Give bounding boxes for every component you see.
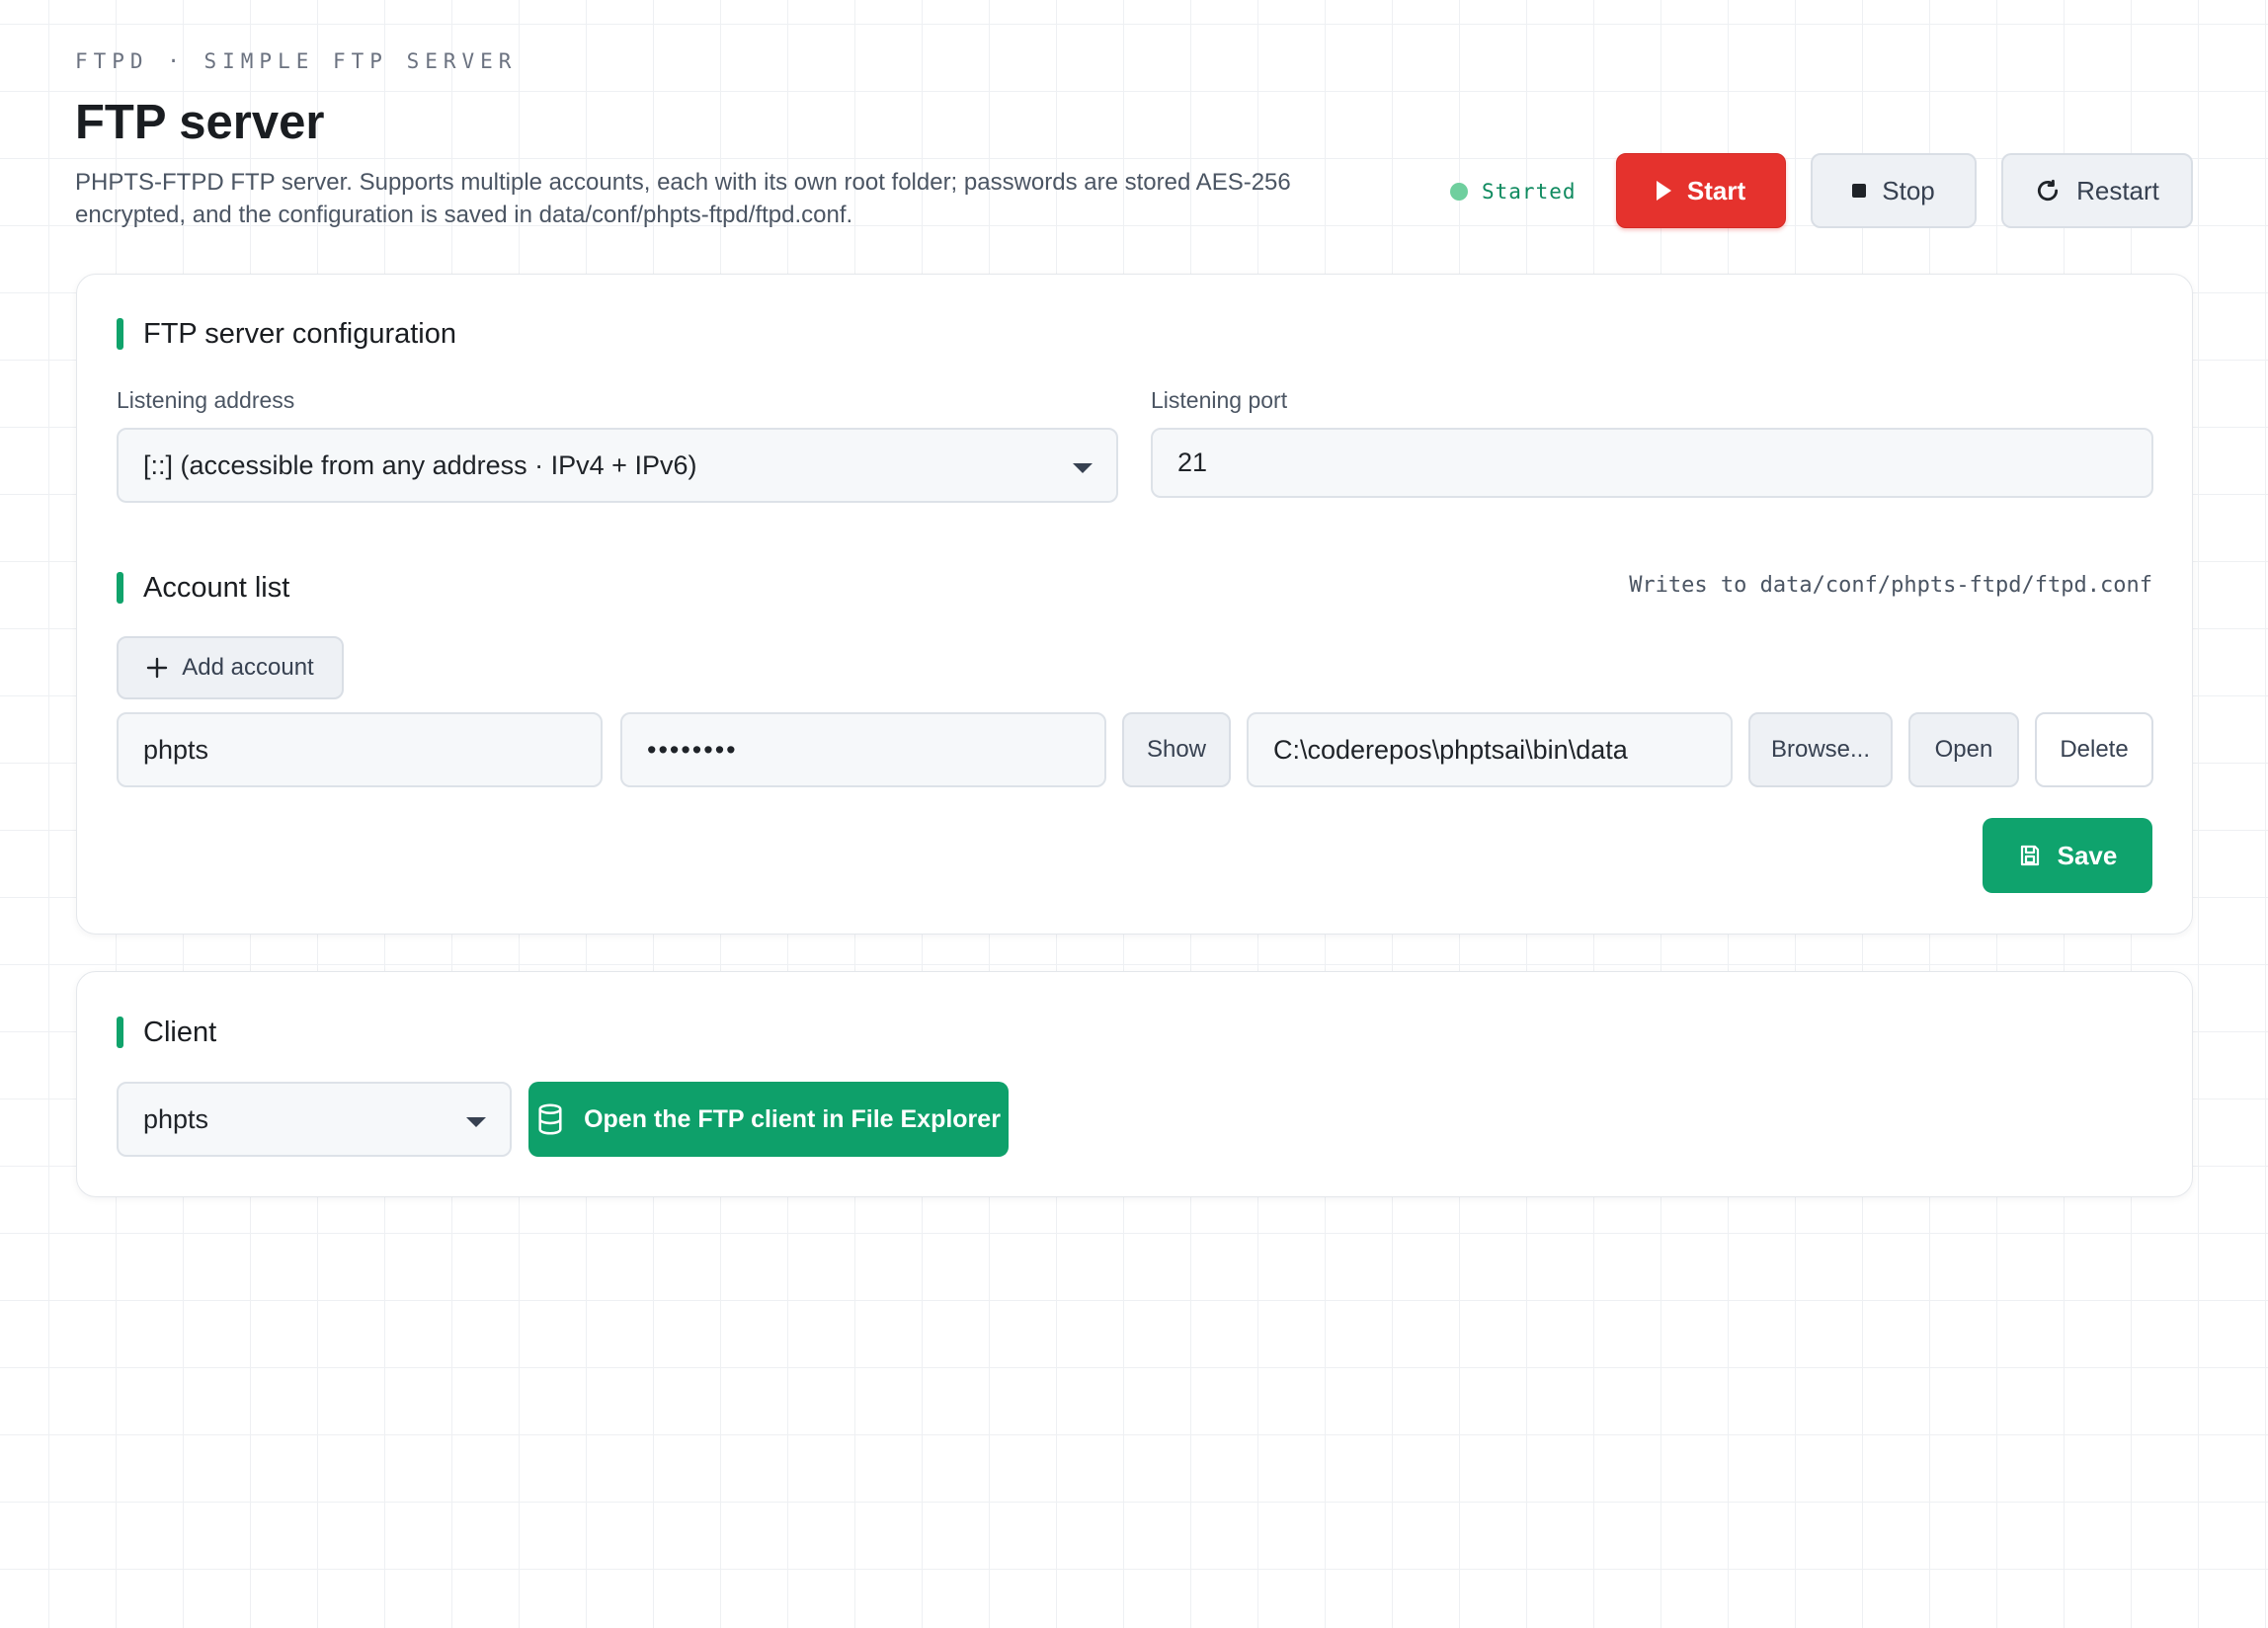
listening-address-label: Listening address: [117, 387, 295, 413]
config-section-header: FTP server configuration: [117, 317, 456, 351]
browse-folder-label: Browse...: [1770, 736, 1871, 763]
client-section-title: Client: [143, 1016, 217, 1048]
section-accent-bar: [117, 318, 123, 350]
listening-port-value: 21: [1177, 448, 1208, 477]
page-title: FTP server: [75, 96, 325, 149]
chevron-down-icon: [1073, 463, 1093, 473]
play-icon: [1656, 181, 1671, 201]
browse-folder-button[interactable]: Browse...: [1748, 712, 1893, 787]
restart-button-label: Restart: [2076, 175, 2159, 205]
client-account-select[interactable]: phpts: [117, 1082, 512, 1157]
client-account-value: phpts: [143, 1103, 209, 1134]
account-section-title: Account list: [143, 571, 290, 604]
status-text: Started: [1482, 180, 1577, 204]
account-password-value: ••••••••: [647, 734, 738, 765]
account-root-folder-value: C:\coderepos\phptsai\bin\data: [1273, 734, 1628, 765]
database-icon: [536, 1103, 564, 1135]
config-path-note: Writes to data/conf/phpts-ftpd/ftpd.conf: [1629, 573, 2152, 598]
add-account-button[interactable]: Add account: [117, 636, 344, 699]
account-username-value: phpts: [143, 734, 209, 765]
start-button-label: Start: [1686, 175, 1746, 205]
add-account-label: Add account: [182, 654, 314, 681]
account-password-input[interactable]: ••••••••: [620, 712, 1106, 787]
delete-account-button[interactable]: Delete: [2035, 712, 2153, 787]
listening-port-input[interactable]: 21: [1151, 428, 2153, 498]
restart-button[interactable]: Restart: [2001, 153, 2193, 228]
section-accent-bar: [117, 572, 123, 604]
stop-button-label: Stop: [1882, 175, 1935, 205]
client-card: Client phpts Open the FTP client in File…: [76, 971, 2193, 1197]
page-description-line-1: PHPTS-FTPD FTP server. Supports multiple…: [75, 169, 1291, 196]
start-button[interactable]: Start: [1616, 153, 1786, 228]
listening-port-label: Listening port: [1151, 387, 1288, 413]
stop-button[interactable]: Stop: [1811, 153, 1977, 228]
save-button[interactable]: Save: [1983, 818, 2152, 893]
delete-account-label: Delete: [2060, 736, 2129, 763]
stop-icon: [1852, 184, 1867, 198]
section-accent-bar: [117, 1017, 123, 1048]
client-section-header: Client: [117, 1016, 216, 1049]
restart-icon: [2035, 178, 2061, 204]
save-button-label: Save: [2057, 840, 2118, 870]
listening-address-select[interactable]: [::] (accessible from any address · IPv4…: [117, 428, 1118, 503]
open-ftp-client-label: Open the FTP client in File Explorer: [584, 1104, 1001, 1133]
plus-icon: [146, 657, 168, 679]
page-description-line-2: encrypted, and the configuration is save…: [75, 202, 853, 228]
status-dot-icon: [1450, 183, 1468, 201]
show-password-button[interactable]: Show: [1122, 712, 1231, 787]
listening-address-value: [::] (accessible from any address · IPv4…: [143, 449, 697, 480]
account-username-input[interactable]: phpts: [117, 712, 603, 787]
save-icon: [2018, 844, 2042, 867]
show-password-label: Show: [1146, 736, 1207, 763]
open-folder-button[interactable]: Open: [1908, 712, 2019, 787]
account-section-header: Account list: [117, 571, 289, 605]
chevron-down-icon: [466, 1117, 486, 1127]
open-folder-label: Open: [1934, 736, 1993, 763]
server-status: Started: [1450, 178, 1577, 205]
config-section-title: FTP server configuration: [143, 317, 456, 350]
config-card: FTP server configuration Listening addre…: [76, 274, 2193, 935]
account-root-folder-input[interactable]: C:\coderepos\phptsai\bin\data: [1247, 712, 1733, 787]
open-ftp-client-button[interactable]: Open the FTP client in File Explorer: [528, 1082, 1009, 1157]
app-eyebrow: FTPD · SIMPLE FTP SERVER: [75, 49, 518, 73]
page-description: PHPTS-FTPD FTP server. Supports multiple…: [75, 166, 1389, 231]
